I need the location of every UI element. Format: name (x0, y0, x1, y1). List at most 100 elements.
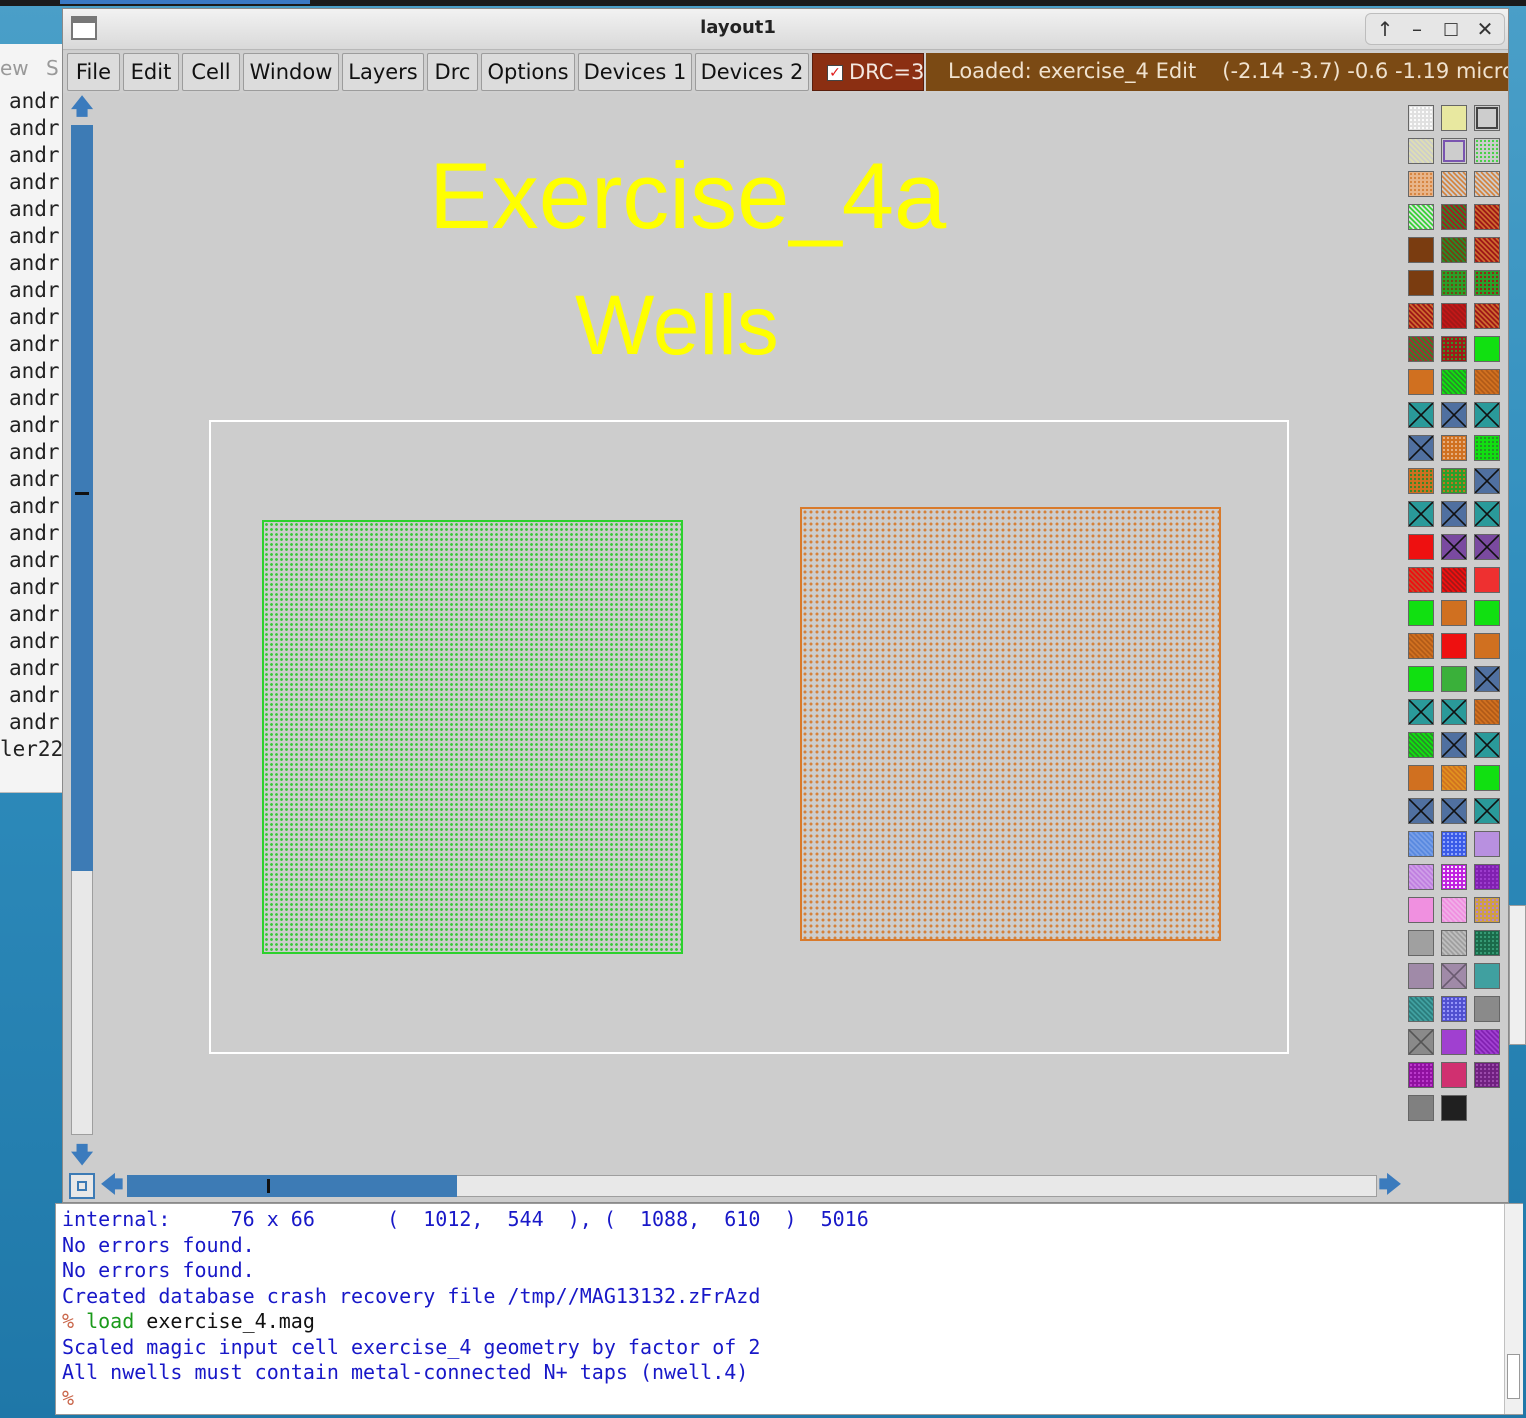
vertical-scrollbar[interactable]: 🡅 🡇 (67, 93, 97, 1173)
layer-swatch[interactable] (1408, 171, 1434, 197)
menu-cell[interactable]: Cell (182, 53, 240, 91)
layer-swatch[interactable] (1441, 369, 1467, 395)
console-scroll-thumb[interactable] (1507, 1354, 1520, 1399)
layer-swatch[interactable] (1408, 105, 1434, 131)
layer-swatch[interactable] (1474, 336, 1500, 362)
bg-menu-item[interactable]: ew (0, 56, 29, 80)
layer-swatch[interactable] (1408, 369, 1434, 395)
horizontal-scrollbar[interactable]: 🡄 🡆 (67, 1171, 1447, 1201)
scroll-up-arrow-icon[interactable]: 🡅 (69, 95, 95, 121)
layer-swatch[interactable] (1441, 534, 1467, 560)
layer-swatch[interactable] (1441, 633, 1467, 659)
layer-swatch[interactable] (1408, 600, 1434, 626)
layer-swatch[interactable] (1441, 699, 1467, 725)
layer-swatch[interactable] (1474, 303, 1500, 329)
horizontal-scroll-thumb[interactable] (127, 1175, 457, 1197)
layer-swatch[interactable] (1441, 1095, 1467, 1121)
layer-swatch[interactable] (1408, 303, 1434, 329)
layer-swatch[interactable] (1408, 204, 1434, 230)
layer-swatch[interactable] (1408, 831, 1434, 857)
layer-swatch[interactable] (1441, 171, 1467, 197)
menu-devices-1[interactable]: Devices 1 (578, 53, 692, 91)
layer-swatch[interactable] (1408, 402, 1434, 428)
layer-swatch[interactable] (1408, 1029, 1434, 1055)
menu-file[interactable]: File (67, 53, 120, 91)
layer-swatch[interactable] (1474, 567, 1500, 593)
layer-swatch[interactable] (1441, 897, 1467, 923)
nwell-rectangle[interactable] (262, 520, 683, 954)
layer-swatch[interactable] (1474, 1029, 1500, 1055)
layer-swatch[interactable] (1408, 1062, 1434, 1088)
layer-swatch[interactable] (1474, 798, 1500, 824)
layer-swatch[interactable] (1408, 732, 1434, 758)
layer-swatch[interactable] (1441, 1029, 1467, 1055)
layer-swatch[interactable] (1474, 468, 1500, 494)
layer-swatch[interactable] (1441, 600, 1467, 626)
vertical-scroll-thumb[interactable] (71, 125, 93, 871)
layer-swatch[interactable] (1474, 732, 1500, 758)
layer-swatch[interactable] (1441, 435, 1467, 461)
layer-swatch[interactable] (1441, 732, 1467, 758)
layer-swatch[interactable] (1408, 435, 1434, 461)
layer-swatch[interactable] (1441, 303, 1467, 329)
layer-swatch[interactable] (1408, 996, 1434, 1022)
bg-menu-item[interactable]: S (46, 56, 59, 80)
menu-layers[interactable]: Layers (342, 53, 424, 91)
layer-swatch[interactable] (1408, 765, 1434, 791)
menu-edit[interactable]: Edit (123, 53, 179, 91)
layer-swatch[interactable] (1441, 138, 1467, 164)
layer-swatch[interactable] (1474, 963, 1500, 989)
layer-swatch[interactable] (1474, 765, 1500, 791)
layer-swatch[interactable] (1474, 534, 1500, 560)
layer-swatch[interactable] (1474, 600, 1500, 626)
layer-swatch[interactable] (1408, 336, 1434, 362)
layer-swatch[interactable] (1441, 765, 1467, 791)
layer-swatch[interactable] (1474, 270, 1500, 296)
layer-swatch[interactable] (1408, 468, 1434, 494)
layout-canvas[interactable]: Exercise_4a Wells (99, 93, 1405, 1169)
layer-swatch[interactable] (1441, 1062, 1467, 1088)
layer-swatch[interactable] (1441, 567, 1467, 593)
close-icon[interactable]: ✕ (1470, 16, 1500, 42)
layer-swatch[interactable] (1408, 798, 1434, 824)
layer-swatch[interactable] (1441, 798, 1467, 824)
layer-swatch[interactable] (1474, 402, 1500, 428)
layer-swatch[interactable] (1474, 204, 1500, 230)
layer-swatch[interactable] (1474, 831, 1500, 857)
layer-swatch[interactable] (1474, 369, 1500, 395)
layer-swatch[interactable] (1408, 237, 1434, 263)
tcl-console[interactable]: internal: 76 x 66 ( 1012, 544 ), ( 1088,… (55, 1203, 1523, 1415)
layer-swatch[interactable] (1441, 963, 1467, 989)
layer-swatch[interactable] (1408, 1095, 1434, 1121)
layer-swatch[interactable] (1474, 501, 1500, 527)
layer-swatch[interactable] (1441, 930, 1467, 956)
scroll-down-arrow-icon[interactable]: 🡇 (69, 1143, 95, 1169)
layer-swatch[interactable] (1474, 699, 1500, 725)
layer-swatch[interactable] (1408, 534, 1434, 560)
layer-swatch[interactable] (1474, 996, 1500, 1022)
layer-swatch[interactable] (1408, 270, 1434, 296)
zoom-box-icon[interactable] (69, 1173, 95, 1199)
menu-options[interactable]: Options (481, 53, 575, 91)
layer-swatch[interactable] (1441, 402, 1467, 428)
layer-swatch[interactable] (1474, 930, 1500, 956)
pwell-rectangle[interactable] (800, 507, 1221, 941)
drc-toggle[interactable]: ✓ DRC=3 (812, 53, 924, 91)
layer-swatch[interactable] (1474, 171, 1500, 197)
layer-swatch[interactable] (1441, 336, 1467, 362)
layer-swatch[interactable] (1441, 204, 1467, 230)
layer-swatch[interactable] (1441, 237, 1467, 263)
scroll-left-arrow-icon[interactable]: 🡄 (99, 1173, 125, 1199)
layer-swatch[interactable] (1408, 963, 1434, 989)
layer-swatch[interactable] (1474, 897, 1500, 923)
console-scrollbar[interactable] (1504, 1204, 1523, 1414)
layer-swatch[interactable] (1441, 501, 1467, 527)
layer-swatch[interactable] (1474, 633, 1500, 659)
layer-swatch[interactable] (1441, 270, 1467, 296)
layer-swatch[interactable] (1474, 1062, 1500, 1088)
layer-swatch[interactable] (1408, 930, 1434, 956)
layer-swatch[interactable] (1474, 666, 1500, 692)
layer-swatch[interactable] (1474, 435, 1500, 461)
layer-swatch[interactable] (1408, 666, 1434, 692)
title-bar[interactable]: layout1 ↑ – □ ✕ (63, 9, 1508, 50)
